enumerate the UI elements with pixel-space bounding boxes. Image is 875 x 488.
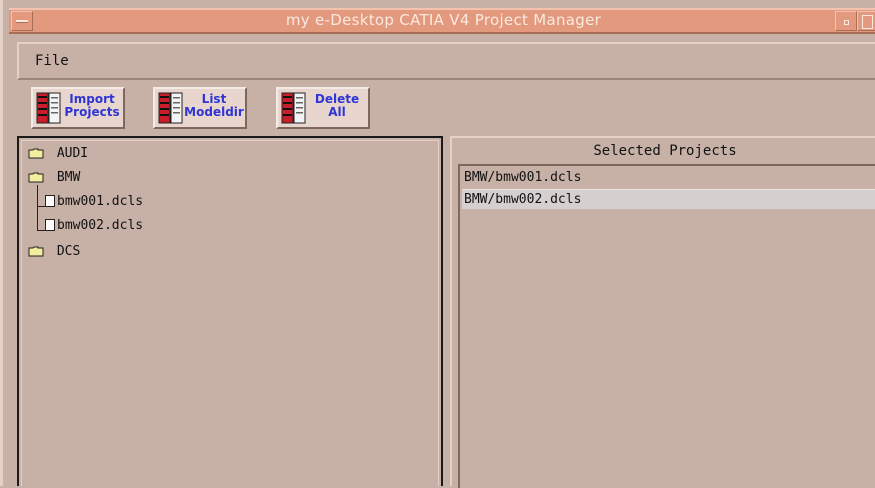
import-label-line2: Projects <box>64 105 120 119</box>
folder-icon <box>28 172 44 183</box>
delete-all-button[interactable]: Delete All <box>276 87 370 129</box>
maximize-button[interactable] <box>857 11 875 31</box>
project-tree[interactable]: AUDI BMW bmw001.dcls bmw002.dcls DCS <box>21 140 439 486</box>
tree-item-bmw001[interactable]: bmw001.dcls <box>45 194 143 209</box>
tree-connector <box>37 206 45 207</box>
delete-label-line2: All <box>328 105 346 119</box>
tree-item-label: AUDI <box>56 146 89 161</box>
tree-connector <box>37 185 38 231</box>
list-item[interactable]: BMW/bmw002.dcls <box>462 189 875 209</box>
list-modeldir-button[interactable]: List Modeldir <box>153 87 247 129</box>
folder-icon <box>28 148 44 159</box>
project-tree-pane[interactable]: AUDI BMW bmw001.dcls bmw002.dcls DCS <box>17 136 443 486</box>
book-stack-icon <box>36 92 61 124</box>
tree-connector <box>37 230 45 231</box>
selected-projects-list[interactable]: BMW/bmw001.dcls BMW/bmw002.dcls <box>458 164 875 488</box>
tree-item-label: DCS <box>56 244 81 259</box>
book-stack-icon <box>281 92 306 124</box>
tree-item-bmw002[interactable]: bmw002.dcls <box>45 218 143 233</box>
tree-item-label: bmw002.dcls <box>57 218 144 233</box>
menu-bar: File <box>17 42 875 80</box>
app-window: my e-Desktop CATIA V4 Project Manager Fi… <box>0 0 875 488</box>
tree-item-label: BMW <box>56 170 81 185</box>
window-title: my e-Desktop CATIA V4 Project Manager <box>285 11 602 29</box>
menu-file[interactable]: File <box>35 53 69 69</box>
folder-icon <box>28 246 44 257</box>
file-icon <box>45 219 55 231</box>
tree-item-audi[interactable]: AUDI <box>28 146 88 161</box>
selected-projects-header: Selected Projects <box>593 143 737 159</box>
selected-projects-pane: Selected Projects BMW/bmw001.dcls BMW/bm… <box>450 136 875 488</box>
list-item[interactable]: BMW/bmw001.dcls <box>462 168 875 188</box>
file-icon <box>45 195 55 207</box>
list-label-line2: Modeldir <box>184 105 244 119</box>
import-projects-button[interactable]: Import Projects <box>31 87 125 129</box>
tree-item-dcs[interactable]: DCS <box>28 244 80 259</box>
tree-item-bmw[interactable]: BMW <box>28 170 80 185</box>
minimize-button[interactable] <box>835 11 857 31</box>
book-stack-icon <box>158 92 183 124</box>
title-bar[interactable]: my e-Desktop CATIA V4 Project Manager <box>9 8 875 34</box>
maximize-icon <box>862 15 873 29</box>
tree-item-label: bmw001.dcls <box>57 194 144 209</box>
minimize-icon <box>844 20 849 25</box>
